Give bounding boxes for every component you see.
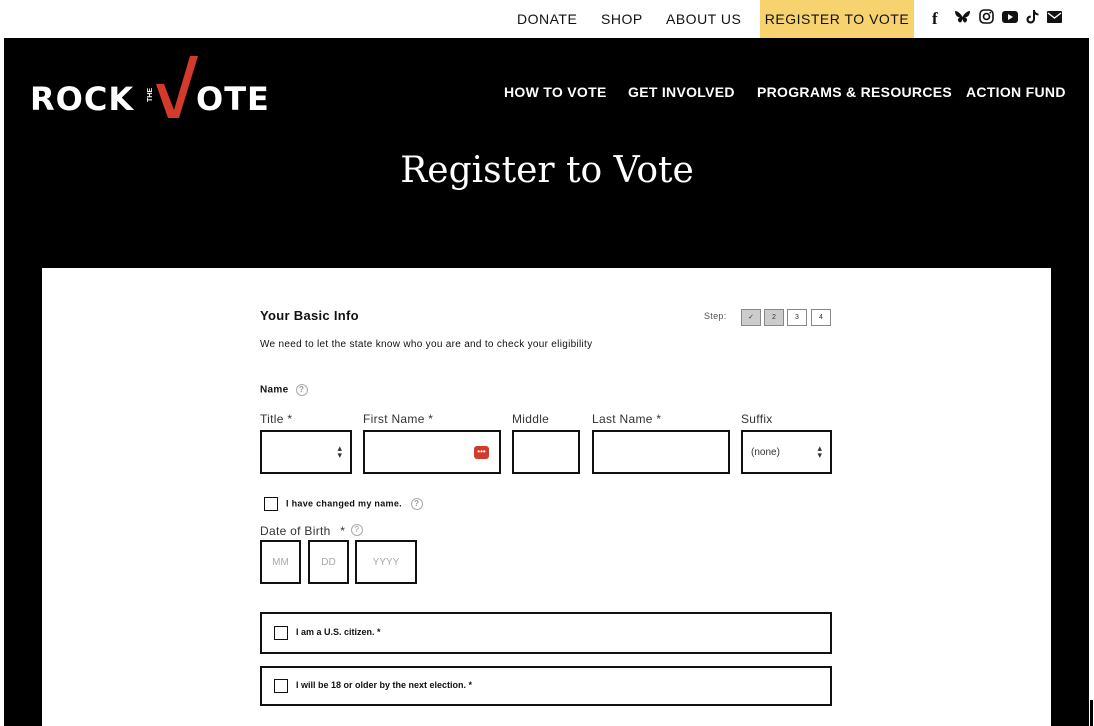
title-label: Title *	[260, 412, 293, 426]
corner-marker	[1090, 700, 1093, 726]
donate-link[interactable]: DONATE	[517, 0, 577, 38]
help-icon[interactable]: ?	[295, 384, 308, 396]
first-name-label: First Name *	[363, 412, 434, 426]
bluesky-icon[interactable]	[954, 10, 971, 29]
nav-get-involved[interactable]: GET INVOLVED	[628, 84, 735, 100]
middle-name-input[interactable]	[512, 430, 580, 474]
title-select[interactable]: ▴ ▾	[260, 430, 352, 474]
name-label: Name ?	[260, 384, 308, 396]
help-icon[interactable]: ?	[410, 498, 423, 510]
instagram-icon[interactable]	[979, 9, 994, 29]
step-label: Step:	[704, 311, 727, 321]
help-icon[interactable]: ?	[350, 524, 363, 536]
logo-text-the: THE	[147, 88, 154, 102]
dob-label-text: Date of Birth	[260, 524, 331, 538]
suffix-value: (none)	[751, 447, 780, 458]
age-label: I will be 18 or older by the next electi…	[296, 680, 473, 690]
dob-required-mark: *	[340, 524, 346, 538]
step-4: 4	[811, 309, 831, 326]
section-description: We need to let the state know who you ar…	[260, 339, 593, 350]
dob-day-placeholder: DD	[321, 557, 336, 568]
select-arrows-icon: ▴ ▾	[337, 443, 342, 460]
shop-link[interactable]: SHOP	[601, 0, 643, 38]
dob-label: Date of Birth * ?	[260, 524, 363, 538]
step-2: 2	[764, 309, 784, 326]
citizen-label: I am a U.S. citizen. *	[296, 627, 381, 637]
dob-month-placeholder: MM	[272, 557, 289, 568]
suffix-select[interactable]: (none) ▴ ▾	[741, 430, 832, 474]
registration-form-card	[42, 268, 1051, 726]
logo-text-rock: ROCK	[30, 80, 135, 118]
first-name-input[interactable]: •••	[363, 430, 501, 474]
rock-the-vote-logo[interactable]: ROCK THE OTE	[30, 56, 275, 118]
name-label-text: Name	[260, 384, 289, 396]
dob-year-placeholder: YYYY	[372, 557, 400, 568]
middle-label: Middle	[512, 412, 550, 426]
nav-how-to-vote[interactable]: HOW TO VOTE	[504, 84, 607, 100]
step-1: ✓	[741, 309, 761, 326]
last-name-input[interactable]	[592, 430, 730, 474]
check-mark-icon	[156, 56, 198, 118]
select-arrows-icon: ▴ ▾	[817, 443, 822, 460]
utility-bar: DONATE SHOP ABOUT US REGISTER TO VOTE f	[0, 0, 1094, 38]
changed-name-label: I have changed my name. ?	[286, 498, 423, 510]
changed-name-checkbox[interactable]	[264, 497, 278, 511]
citizen-checkbox[interactable]	[274, 626, 288, 640]
changed-name-text: I have changed my name.	[286, 498, 402, 509]
dob-month-input[interactable]: MM	[260, 540, 301, 584]
age-option[interactable]: I will be 18 or older by the next electi…	[260, 666, 832, 706]
register-to-vote-top-link[interactable]: REGISTER TO VOTE	[760, 0, 914, 38]
step-3: 3	[787, 309, 807, 326]
nav-action-fund[interactable]: ACTION FUND	[966, 84, 1066, 100]
logo-text-ote: OTE	[196, 80, 270, 118]
about-us-link[interactable]: ABOUT US	[666, 0, 741, 38]
dob-day-input[interactable]: DD	[308, 540, 349, 584]
facebook-icon[interactable]: f	[932, 9, 946, 29]
mail-icon[interactable]	[1047, 10, 1062, 28]
age-checkbox[interactable]	[274, 679, 288, 693]
dob-year-input[interactable]: YYYY	[355, 540, 417, 584]
section-title: Your Basic Info	[260, 308, 359, 323]
suffix-label: Suffix	[741, 412, 773, 426]
tiktok-icon[interactable]	[1026, 9, 1039, 29]
last-name-label: Last Name *	[592, 412, 662, 426]
youtube-icon[interactable]	[1002, 10, 1018, 28]
autofill-icon[interactable]: •••	[474, 446, 489, 459]
page-title: Register to Vote	[400, 150, 694, 191]
citizen-option[interactable]: I am a U.S. citizen. *	[260, 612, 832, 654]
nav-programs-resources[interactable]: PROGRAMS & RESOURCES	[757, 84, 952, 100]
